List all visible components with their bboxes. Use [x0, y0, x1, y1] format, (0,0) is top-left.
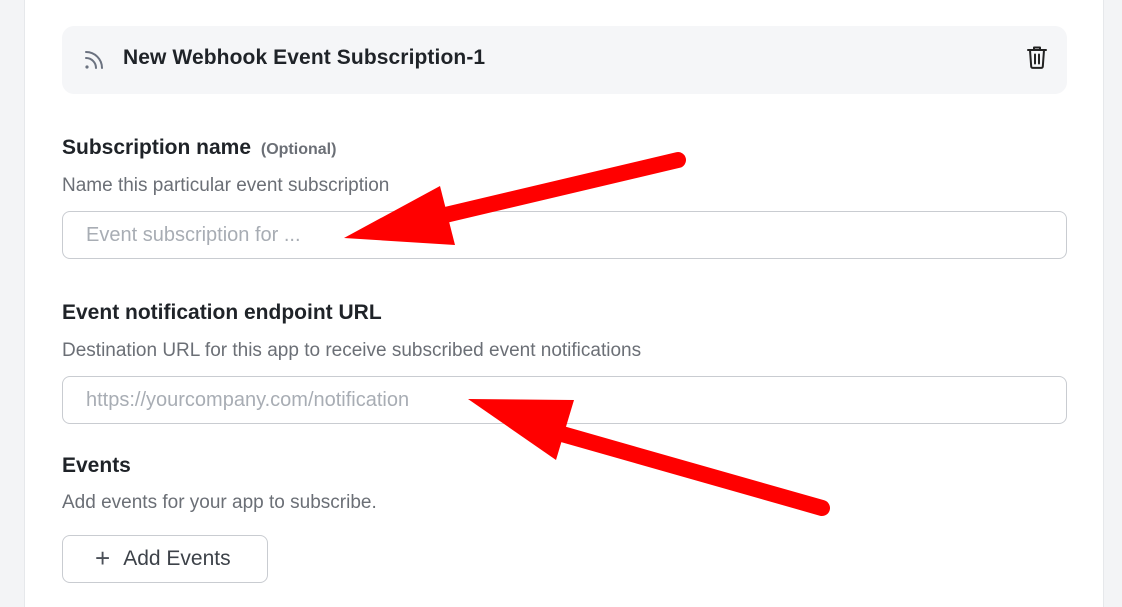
events-label: Events — [62, 454, 131, 477]
plus-icon: + — [95, 542, 111, 573]
add-events-button[interactable]: + Add Events — [62, 535, 268, 583]
endpoint-url-input[interactable] — [62, 376, 1067, 424]
feed-icon — [82, 48, 106, 72]
subscription-name-input[interactable] — [62, 211, 1067, 259]
endpoint-url-help: Destination URL for this app to receive … — [62, 340, 642, 361]
subscription-name-label: Subscription name (Optional) — [62, 136, 336, 160]
trash-icon[interactable] — [1025, 44, 1049, 70]
events-help: Add events for your app to subscribe. — [62, 492, 377, 513]
subscription-header: New Webhook Event Subscription-1 — [62, 26, 1067, 94]
page: New Webhook Event Subscription-1 Subscri… — [0, 0, 1122, 607]
optional-tag: (Optional) — [260, 141, 337, 158]
subscription-name-help: Name this particular event subscription — [62, 175, 390, 196]
add-events-label: Add Events — [123, 547, 231, 570]
endpoint-url-label: Event notification endpoint URL — [62, 301, 382, 324]
subscription-name-label-text: Subscription name — [62, 136, 252, 159]
subscription-title: New Webhook Event Subscription-1 — [123, 46, 486, 69]
